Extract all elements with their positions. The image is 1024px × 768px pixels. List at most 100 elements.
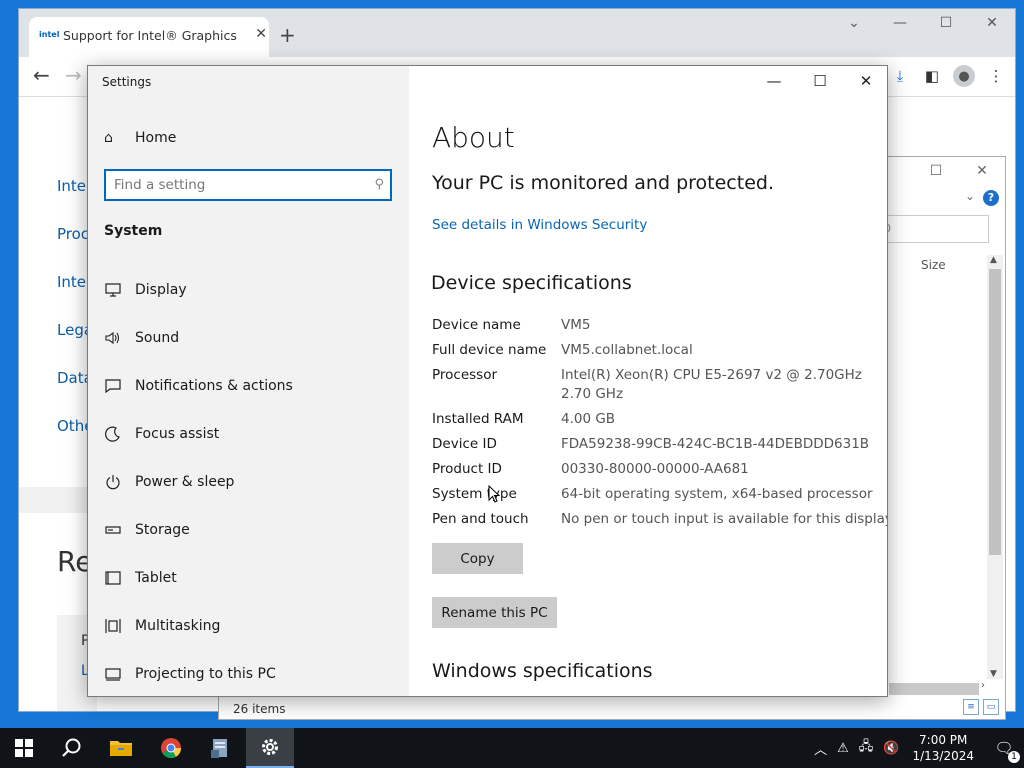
sidebar-item-multitasking[interactable]: Multitasking (88, 602, 409, 650)
network-status-icon[interactable]: ⚠ (837, 741, 849, 756)
spec-value: VM5.collabnet.local (561, 342, 693, 358)
intel-favicon-icon: intel (39, 30, 60, 39)
sidebar-item-notifications[interactable]: Notifications & actions (88, 362, 409, 410)
volume-muted-icon[interactable]: 🔇 (883, 741, 899, 756)
mouse-cursor-icon (488, 485, 500, 503)
sidebar-item-power-sleep[interactable]: Power & sleep (88, 458, 409, 506)
storage-icon (104, 521, 122, 539)
spec-key: Device ID (432, 436, 497, 452)
sidebar-item-label: Tablet (135, 570, 177, 586)
search-icon[interactable] (48, 728, 96, 768)
browser-tab[interactable]: intel Support for Intel® Graphics ✕ (29, 17, 269, 57)
settings-icon[interactable] (246, 728, 294, 768)
spec-row: Installed RAM 4.00 GB (432, 410, 887, 429)
chevron-down-icon[interactable]: ⌄ (965, 189, 975, 203)
tab-close-icon[interactable]: ✕ (255, 26, 267, 42)
help-icon[interactable]: ? (983, 190, 999, 206)
download-icon[interactable]: ⤓ (889, 65, 911, 87)
minimize-button[interactable]: — (877, 15, 923, 31)
taskbar: ︿ ⚠ 🖧 🔇 7:00 PM 1/13/2024 🗨 1 (0, 728, 1024, 768)
spec-key: Installed RAM (432, 411, 524, 427)
scrollbar-thumb[interactable] (989, 269, 1001, 555)
spec-row: Processor Intel(R) Xeon(R) CPU E5-2697 v… (432, 366, 887, 404)
settings-content: — ☐ ✕ About Your PC is monitored and pro… (409, 66, 887, 696)
search-input[interactable] (114, 176, 354, 194)
tab-search-icon[interactable]: ⌄ (831, 15, 877, 31)
new-tab-button[interactable]: + (279, 23, 296, 47)
close-button[interactable]: ✕ (969, 15, 1015, 31)
menu-icon[interactable]: ⋮ (985, 65, 1007, 87)
minimize-button[interactable]: — (751, 66, 797, 98)
copy-button[interactable]: Copy (432, 543, 523, 574)
details-view-icon[interactable]: ≡ (963, 699, 979, 715)
windows-logo-icon (15, 739, 33, 757)
spec-value: 64-bit operating system, x64-based proce… (561, 486, 873, 502)
settings-window-controls: — ☐ ✕ (751, 66, 887, 98)
horizontal-scrollbar-thumb[interactable] (889, 683, 979, 695)
spec-row: Pen and touch No pen or touch input is a… (432, 510, 887, 529)
sidebar-item-label: Projecting to this PC (135, 666, 276, 682)
tab-strip: intel Support for Intel® Graphics ✕ + ⌄ … (19, 9, 1015, 57)
home-nav-item[interactable]: ⌂ Home (104, 130, 176, 146)
file-explorer-icon[interactable] (97, 728, 145, 768)
spec-key: Pen and touch (432, 511, 529, 527)
spec-key: Device name (432, 317, 521, 333)
clock[interactable]: 7:00 PM 1/13/2024 (912, 732, 974, 764)
spec-row: System type 64-bit operating system, x64… (432, 485, 887, 504)
scroll-right-icon[interactable]: › (981, 680, 985, 691)
rename-pc-button[interactable]: Rename this PC (432, 597, 557, 628)
windows-security-link[interactable]: See details in Windows Security (432, 217, 647, 233)
chevron-up-icon[interactable]: ︿ (814, 739, 827, 758)
sidebar-item-label: Power & sleep (135, 474, 235, 490)
back-icon[interactable]: ← (33, 63, 50, 87)
device-specifications-heading: Device specifications (431, 272, 632, 294)
sidebar-item-label: Notifications & actions (135, 378, 293, 394)
settings-sidebar: Settings ⌂ Home ⚲ System Display Sound (88, 66, 409, 696)
network-icon[interactable]: 🖧 (859, 737, 874, 759)
sidebar-item-sound[interactable]: Sound (88, 314, 409, 362)
spec-row: Product ID 00330-80000-00000-AA681 (432, 460, 887, 479)
protection-status: Your PC is monitored and protected. (432, 172, 774, 194)
find-setting-search[interactable]: ⚲ (104, 169, 392, 201)
profile-avatar-icon[interactable]: ● (953, 65, 975, 87)
sidebar-item-projecting[interactable]: Projecting to this PC (88, 650, 409, 696)
maximize-button[interactable]: ☐ (923, 15, 969, 31)
start-button[interactable] (0, 728, 48, 768)
clock-date: 1/13/2024 (912, 749, 974, 763)
close-button[interactable]: ✕ (843, 66, 887, 98)
server-manager-icon[interactable] (196, 728, 244, 768)
page-link[interactable]: Proc (57, 225, 89, 243)
sidebar-item-focus-assist[interactable]: Focus assist (88, 410, 409, 458)
scroll-up-icon[interactable]: ▲ (990, 255, 997, 265)
column-header-size[interactable]: Size (921, 258, 946, 272)
page-link[interactable]: Intel (57, 273, 90, 291)
side-panel-icon[interactable]: ◧ (921, 65, 943, 87)
action-center-icon[interactable]: 🗨 1 (984, 739, 1024, 763)
group-label: System (104, 223, 163, 239)
explorer-search-input[interactable]: 0 (879, 215, 989, 243)
maximize-button[interactable]: ☐ (797, 66, 843, 98)
search-icon: ⚲ (374, 177, 384, 192)
vertical-scrollbar[interactable]: ▲ ▼ (987, 255, 1003, 679)
sidebar-item-storage[interactable]: Storage (88, 506, 409, 554)
page-link[interactable]: Intel (57, 177, 90, 195)
maximize-button[interactable]: ☐ (913, 157, 959, 187)
spec-value: FDA59238-99CB-424C-BC1B-44DEBDDD631B (561, 436, 870, 452)
sidebar-item-label: Sound (135, 330, 180, 346)
system-tray: ︿ ⚠ 🖧 🔇 7:00 PM 1/13/2024 🗨 1 (809, 728, 1024, 768)
sidebar-item-label: Display (135, 282, 187, 298)
scroll-down-icon[interactable]: ▼ (990, 669, 997, 679)
close-button[interactable]: ✕ (959, 157, 1005, 187)
large-icons-view-icon[interactable]: ▭ (983, 699, 999, 715)
spec-row: Device ID FDA59238-99CB-424C-BC1B-44DEBD… (432, 435, 887, 454)
spec-key: Processor (432, 367, 498, 383)
sidebar-item-tablet[interactable]: Tablet (88, 554, 409, 602)
sidebar-item-display[interactable]: Display (88, 266, 409, 314)
forward-icon[interactable]: → (65, 63, 82, 87)
tab-title: Support for Intel® Graphics (63, 28, 237, 43)
projecting-icon (104, 665, 122, 683)
power-icon (104, 473, 122, 491)
display-icon (104, 281, 122, 299)
device-specifications-table: Device name VM5 Full device name VM5.col… (432, 316, 887, 535)
chrome-icon[interactable] (147, 728, 195, 768)
